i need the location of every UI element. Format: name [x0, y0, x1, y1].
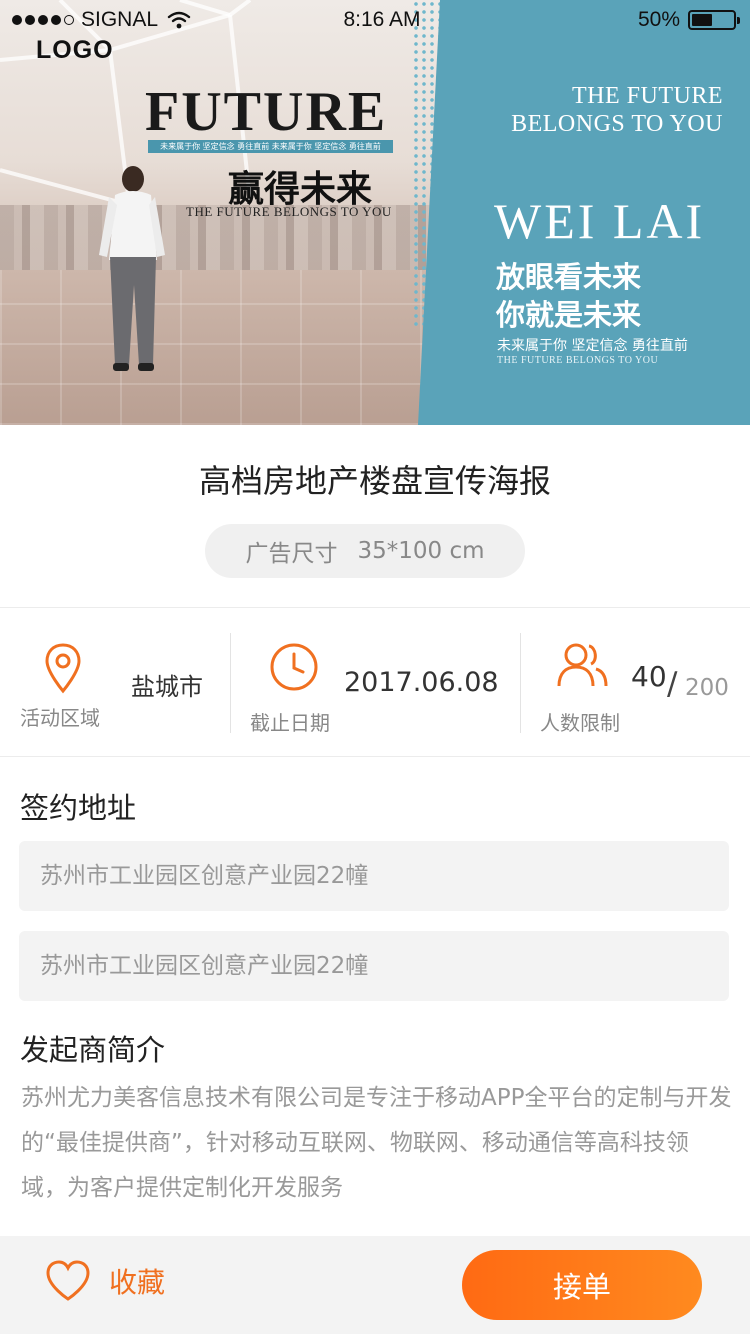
size-badge: 广告尺寸 35*100 cm — [205, 524, 525, 578]
deadline-label: 截止日期 — [250, 711, 330, 735]
banner-right-big: WEI LAI — [494, 193, 706, 249]
sponsor-description: 苏州尤力美客信息技术有限公司是专注于移动APP全平台的定制与开发的“最佳提供商”… — [21, 1085, 732, 1201]
size-label: 广告尺寸 — [245, 541, 338, 567]
divider — [0, 756, 750, 757]
location-pin-icon — [45, 643, 81, 694]
info-row: 活动区域 盐城市 截止日期 2017.06.08 人数限制 40 / 200 — [0, 608, 750, 756]
bottom-action-bar: 收藏 接单 — [0, 1236, 750, 1334]
businessman-figure — [99, 166, 165, 371]
battery-percent: 50% — [637, 8, 680, 31]
banner-right-cn-line2: 你就是未来 — [496, 298, 642, 332]
banner-right-en: THE FUTURE BELONGS TO YOU — [511, 82, 723, 138]
battery-icon — [688, 10, 740, 30]
battery-group: 50% — [637, 8, 740, 32]
banner-image: LOGO FUTURE 未来属于你 坚定信念 勇往直前 未来属于你 坚定信念 勇… — [0, 0, 750, 425]
divider — [520, 633, 521, 733]
banner-right-slogan-en: THE FUTURE BELONGS TO YOU — [497, 355, 659, 366]
logo: LOGO — [36, 36, 114, 64]
floor-tiles — [0, 270, 440, 425]
banner-right-en-line1: THE FUTURE — [572, 83, 723, 109]
favorite-button[interactable]: 收藏 — [45, 1260, 165, 1302]
battery-level — [692, 14, 712, 26]
banner-right-en-line2: BELONGS TO YOU — [511, 111, 723, 137]
address-field-2[interactable]: 苏州市工业园区创意产业园22幢 — [19, 931, 729, 1001]
area-label: 活动区域 — [20, 706, 100, 730]
address-title: 签约地址 — [20, 791, 137, 825]
banner-headline-en: FUTURE — [145, 81, 388, 143]
people-max: 200 — [685, 675, 729, 701]
deadline-value: 2017.06.08 — [344, 667, 499, 698]
accept-order-button[interactable]: 接单 — [462, 1250, 702, 1320]
banner-headline-bar: 未来属于你 坚定信念 勇往直前 未来属于你 坚定信念 勇往直前 — [148, 140, 393, 153]
banner-headline-sub: THE FUTURE BELONGS TO YOU — [186, 204, 392, 219]
heart-icon — [46, 1260, 90, 1301]
favorite-label: 收藏 — [109, 1266, 166, 1299]
divider — [230, 633, 231, 733]
sponsor-title: 发起商简介 — [20, 1033, 166, 1067]
size-value: 35*100 cm — [357, 538, 485, 564]
banner-right-slogan: 未来属于你 坚定信念 勇往直前 — [497, 338, 688, 354]
page-title: 高档房地产楼盘宣传海报 — [198, 462, 551, 500]
people-limit-label: 人数限制 — [540, 711, 620, 735]
status-bar: SIGNAL 8:16 AM 50% — [0, 0, 750, 40]
clock-icon — [270, 643, 318, 691]
people-separator: / — [667, 666, 678, 702]
people-current: 40 — [631, 660, 667, 693]
address-field-1[interactable]: 苏州市工业园区创意产业园22幢 — [19, 841, 729, 911]
people-icon — [557, 643, 608, 687]
banner-right-cn-line1: 放眼看未来 — [496, 260, 642, 294]
area-value: 盐城市 — [131, 673, 203, 701]
